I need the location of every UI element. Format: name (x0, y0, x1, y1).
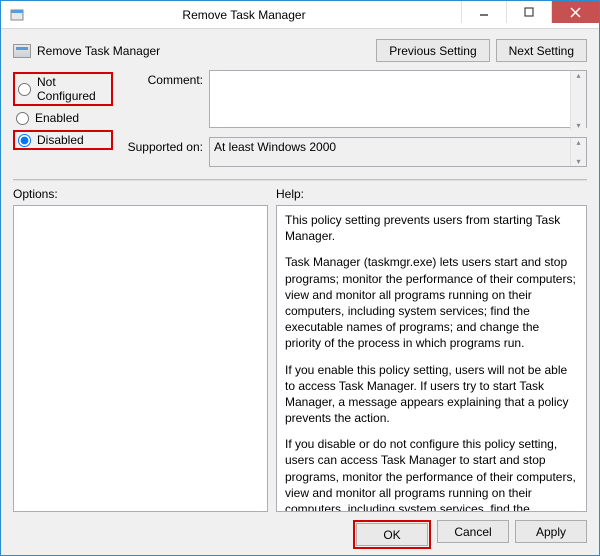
lower-panels: Options: Help: This policy setting preve… (13, 187, 587, 512)
options-panel (13, 205, 268, 512)
help-panel: This policy setting prevents users from … (276, 205, 587, 512)
supported-on-value: At least Windows 2000 (214, 140, 336, 154)
comment-label: Comment: (121, 70, 203, 87)
cancel-button[interactable]: Cancel (437, 520, 509, 543)
scrollbar[interactable]: ▴▾ (570, 71, 586, 130)
maximize-button[interactable] (506, 1, 551, 23)
next-setting-button[interactable]: Next Setting (496, 39, 587, 62)
radio-not-configured-input[interactable] (18, 83, 31, 96)
radio-enabled-input[interactable] (16, 112, 29, 125)
footer-buttons: OK Cancel Apply (13, 512, 587, 549)
window-title: Remove Task Manager (27, 8, 461, 22)
comment-textarea[interactable] (209, 70, 587, 128)
scrollbar[interactable]: ▴▾ (570, 138, 586, 166)
radio-label: Disabled (37, 133, 84, 147)
help-paragraph: If you disable or do not configure this … (285, 436, 578, 512)
window-controls (461, 1, 599, 28)
radio-label: Not Configured (37, 75, 108, 103)
titlebar: Remove Task Manager (1, 1, 599, 29)
divider (13, 179, 587, 181)
ok-button[interactable]: OK (356, 523, 428, 546)
supported-on-box: At least Windows 2000 (209, 137, 587, 167)
help-paragraph: If you enable this policy setting, users… (285, 362, 578, 427)
app-icon (7, 5, 27, 25)
policy-icon (13, 44, 31, 58)
previous-setting-button[interactable]: Previous Setting (376, 39, 489, 62)
content-area: Remove Task Manager Previous Setting Nex… (1, 29, 599, 555)
policy-name: Remove Task Manager (37, 44, 160, 58)
ok-highlight: OK (353, 520, 431, 549)
radio-label: Enabled (35, 111, 79, 125)
fields: Comment: ▴▾ Supported on: At least Windo… (121, 70, 587, 167)
radio-not-configured[interactable]: Not Configured (13, 72, 113, 106)
apply-button[interactable]: Apply (515, 520, 587, 543)
policy-editor-window: Remove Task Manager Remove Task Manager … (0, 0, 600, 556)
radio-disabled[interactable]: Disabled (13, 130, 113, 150)
header-row: Remove Task Manager Previous Setting Nex… (13, 39, 587, 62)
options-label: Options: (13, 187, 268, 201)
state-radios: Not Configured Enabled Disabled (13, 70, 113, 150)
radio-enabled[interactable]: Enabled (13, 110, 113, 126)
help-label: Help: (276, 187, 587, 201)
config-row: Not Configured Enabled Disabled Comment:… (13, 70, 587, 167)
supported-label: Supported on: (121, 137, 203, 154)
radio-disabled-input[interactable] (18, 134, 31, 147)
help-paragraph: Task Manager (taskmgr.exe) lets users st… (285, 254, 578, 351)
help-paragraph: This policy setting prevents users from … (285, 212, 578, 244)
close-button[interactable] (551, 1, 599, 23)
minimize-button[interactable] (461, 1, 506, 23)
